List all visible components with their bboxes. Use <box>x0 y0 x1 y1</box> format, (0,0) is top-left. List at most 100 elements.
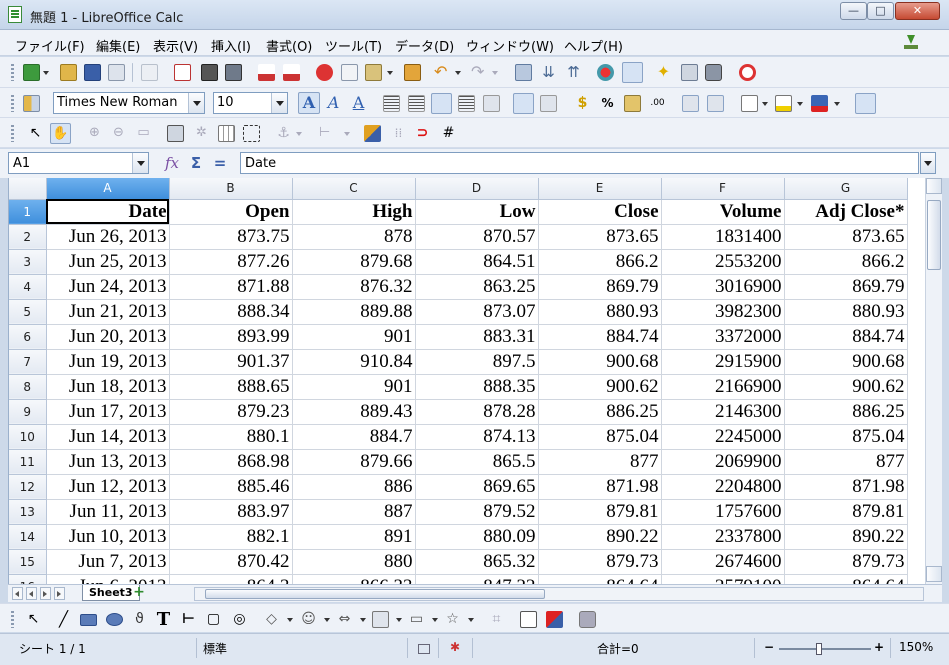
cell-b5[interactable]: 888.34 <box>169 299 293 325</box>
chevron-down-icon[interactable] <box>360 618 366 622</box>
cell-c7[interactable]: 910.84 <box>292 349 416 375</box>
cut-icon[interactable] <box>316 64 333 81</box>
cell-e6[interactable]: 884.74 <box>538 324 662 350</box>
chevron-down-icon[interactable] <box>797 102 803 106</box>
cell-e12[interactable]: 871.98 <box>538 474 662 500</box>
cell-e15[interactable]: 879.73 <box>538 549 662 575</box>
zoom-in-icon[interactable]: ⊕ <box>86 125 103 142</box>
maximize-button[interactable]: □ <box>867 2 894 20</box>
select-arrow-icon[interactable]: ↖ <box>25 611 42 628</box>
align-objects-icon[interactable]: ⊢ <box>316 125 333 142</box>
cell-f10[interactable]: 2245000 <box>661 424 785 450</box>
line-tool-icon[interactable]: ╱ <box>55 611 72 628</box>
name-box[interactable]: A1 <box>8 152 149 174</box>
cell-b9[interactable]: 879.23 <box>169 399 293 425</box>
align-vertical-icon[interactable] <box>540 95 557 112</box>
cell-c13[interactable]: 887 <box>292 499 416 525</box>
show-draw-functions-icon[interactable] <box>622 62 643 83</box>
ellipse-tool-icon[interactable] <box>106 613 123 626</box>
cell-e9[interactable]: 886.25 <box>538 399 662 425</box>
column-header-c[interactable]: C <box>292 178 416 200</box>
extrusion-icon[interactable] <box>579 611 596 628</box>
cell-a16[interactable]: Jun 6, 2013 <box>46 574 170 584</box>
cell-g8[interactable]: 900.62 <box>784 374 908 400</box>
print-preview-icon[interactable] <box>225 64 242 81</box>
scroll-up-icon[interactable] <box>926 178 942 194</box>
vertical-scrollbar[interactable] <box>925 178 942 584</box>
select-area-icon[interactable] <box>243 125 260 142</box>
cell-g13[interactable]: 879.81 <box>784 499 908 525</box>
chevron-down-icon[interactable] <box>43 71 49 75</box>
cell-g15[interactable]: 879.73 <box>784 549 908 575</box>
cell-g6[interactable]: 884.74 <box>784 324 908 350</box>
cell-d16[interactable]: 847.22 <box>415 574 539 584</box>
help-lifebuoy-icon[interactable] <box>739 64 756 81</box>
cell-e11[interactable]: 877 <box>538 449 662 475</box>
cell-c9[interactable]: 889.43 <box>292 399 416 425</box>
filter-icon[interactable]: ✲ <box>193 125 210 142</box>
cell-g5[interactable]: 880.93 <box>784 299 908 325</box>
cell-c4[interactable]: 876.32 <box>292 274 416 300</box>
cell-e8[interactable]: 900.62 <box>538 374 662 400</box>
column-header-f[interactable]: F <box>661 178 785 200</box>
prev-sheet-icon[interactable] <box>26 587 37 600</box>
select-arrow-icon[interactable]: ↖ <box>27 125 44 142</box>
cell-b14[interactable]: 882.1 <box>169 524 293 550</box>
align-left-icon[interactable] <box>383 95 400 112</box>
cell-d10[interactable]: 874.13 <box>415 424 539 450</box>
cell-g16[interactable]: 864.64 <box>784 574 908 584</box>
chevron-down-icon[interactable] <box>834 102 840 106</box>
wrap-text-icon[interactable] <box>513 93 534 114</box>
cell-a5[interactable]: Jun 21, 2013 <box>46 299 170 325</box>
cell-g7[interactable]: 900.68 <box>784 349 908 375</box>
gallery-icon[interactable] <box>681 64 698 81</box>
points-icon[interactable]: ⁞⁞ <box>390 125 407 142</box>
cell-e3[interactable]: 866.2 <box>538 249 662 275</box>
toolbar-grip[interactable] <box>11 611 14 628</box>
insert-mode-icon[interactable] <box>418 644 430 654</box>
chevron-down-icon[interactable] <box>762 102 768 106</box>
menu-edit[interactable]: 編集(E) <box>96 36 140 55</box>
cell-c5[interactable]: 889.88 <box>292 299 416 325</box>
rectangle-tool-icon[interactable] <box>80 614 97 626</box>
cell-c15[interactable]: 880 <box>292 549 416 575</box>
cell-a4[interactable]: Jun 24, 2013 <box>46 274 170 300</box>
cell-c8[interactable]: 901 <box>292 374 416 400</box>
cell-c16[interactable]: 866.33 <box>292 574 416 584</box>
cell-a1[interactable]: Date <box>46 199 170 225</box>
cell-e2[interactable]: 873.65 <box>538 224 662 250</box>
cell-d7[interactable]: 897.5 <box>415 349 539 375</box>
row-header[interactable]: 11 <box>9 449 47 475</box>
cell-g12[interactable]: 871.98 <box>784 474 908 500</box>
cell-c3[interactable]: 879.68 <box>292 249 416 275</box>
chevron-down-icon[interactable] <box>188 93 204 113</box>
column-header-d[interactable]: D <box>415 178 539 200</box>
cell-e7[interactable]: 900.68 <box>538 349 662 375</box>
cell-b7[interactable]: 901.37 <box>169 349 293 375</box>
cell-f11[interactable]: 2069900 <box>661 449 785 475</box>
cell-a13[interactable]: Jun 11, 2013 <box>46 499 170 525</box>
cell-f2[interactable]: 1831400 <box>661 224 785 250</box>
spreadsheet-grid[interactable]: A B C D E F G 1 Date Open High Low Close… <box>8 178 925 584</box>
chevron-down-icon[interactable] <box>455 71 461 75</box>
flowchart-icon[interactable] <box>372 611 389 628</box>
cell-d6[interactable]: 883.31 <box>415 324 539 350</box>
undo-icon[interactable]: ↶ <box>434 64 451 81</box>
save-icon[interactable] <box>84 64 101 81</box>
row-header[interactable]: 15 <box>9 549 47 575</box>
scroll-down-icon[interactable] <box>926 566 942 582</box>
pan-hand-icon[interactable]: ✋ <box>50 123 71 144</box>
last-sheet-icon[interactable] <box>54 587 65 600</box>
cell-e14[interactable]: 890.22 <box>538 524 662 550</box>
basic-shapes-icon[interactable]: ◇ <box>263 611 280 628</box>
cell-f15[interactable]: 2674600 <box>661 549 785 575</box>
chevron-down-icon[interactable] <box>492 71 498 75</box>
menu-data[interactable]: データ(D) <box>395 36 454 55</box>
add-decimal-icon[interactable]: .00 <box>649 95 666 112</box>
cell-b4[interactable]: 871.88 <box>169 274 293 300</box>
row-header[interactable]: 10 <box>9 424 47 450</box>
font-color-icon[interactable] <box>811 95 828 112</box>
cell-a7[interactable]: Jun 19, 2013 <box>46 349 170 375</box>
vertical-text-icon[interactable]: ⊢ <box>180 611 197 628</box>
zoom-out-button[interactable]: − <box>764 640 774 654</box>
